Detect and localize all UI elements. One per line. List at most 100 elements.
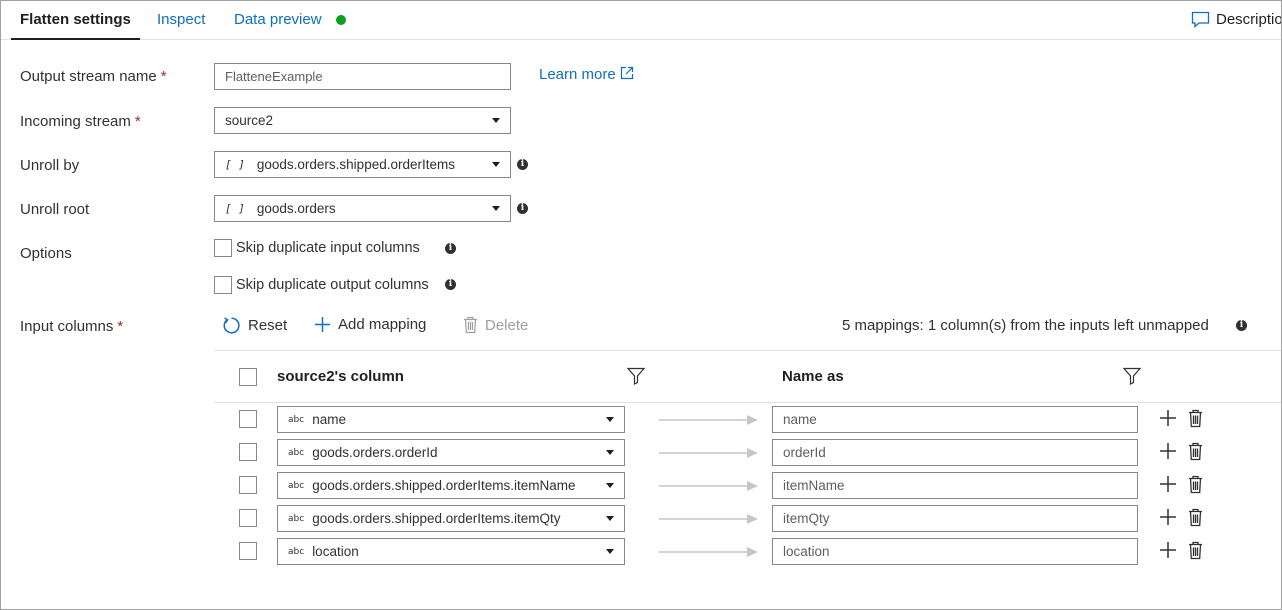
source-column-select[interactable]: abc goods.orders.shipped.orderItems.itemN… [277, 472, 625, 499]
trash-icon[interactable] [1188, 409, 1203, 428]
delete-label: Delete [485, 316, 529, 334]
unroll-by-select[interactable]: [ ] goods.orders.shipped.orderItems [214, 151, 511, 178]
trash-icon [464, 316, 477, 334]
add-mapping-label: Add mapping [338, 316, 427, 333]
source-column-value: goods.orders.shipped.orderItems.itemName [312, 478, 576, 493]
string-type-icon: abc [288, 414, 305, 425]
arrow-right-icon [659, 514, 758, 524]
name-as-input[interactable]: itemName [772, 472, 1138, 499]
chevron-down-icon [492, 162, 500, 167]
name-as-input[interactable]: name [772, 406, 1138, 433]
string-type-icon: abc [288, 480, 305, 491]
row-checkbox[interactable] [239, 509, 257, 527]
incoming-stream-select[interactable]: source2 [214, 107, 511, 134]
unroll-root-select[interactable]: [ ] goods.orders [214, 195, 511, 222]
refresh-icon [223, 317, 240, 334]
add-mapping-button[interactable]: Add mapping [314, 316, 426, 333]
arrow-right-icon [659, 547, 758, 557]
info-icon[interactable]: i [517, 159, 528, 170]
select-all-checkbox[interactable] [239, 368, 257, 386]
name-as-input[interactable]: itemQty [772, 505, 1138, 532]
plus-icon[interactable] [1159, 475, 1177, 493]
row-checkbox[interactable] [239, 410, 257, 428]
output-stream-label: Output stream name * [20, 68, 167, 85]
unroll-by-value: goods.orders.shipped.orderItems [256, 157, 455, 172]
info-icon[interactable]: i [517, 203, 528, 214]
skip-duplicate-input-checkbox[interactable] [214, 239, 232, 257]
mapping-table-header: source2's column Name as [214, 350, 1281, 403]
output-stream-name-input[interactable]: FlatteneExample [214, 63, 511, 90]
tab-data-preview[interactable]: Data preview [234, 11, 322, 28]
plus-icon[interactable] [1159, 508, 1177, 526]
string-type-icon: abc [288, 447, 305, 458]
tab-inspect[interactable]: Inspect [157, 11, 205, 28]
input-columns-label: Input columns * [20, 318, 124, 335]
string-type-icon: abc [288, 513, 305, 524]
info-icon[interactable]: i [445, 243, 456, 254]
filter-icon[interactable] [627, 367, 645, 385]
trash-icon[interactable] [1188, 442, 1203, 461]
unroll-root-value: goods.orders [256, 201, 336, 216]
chevron-down-icon [606, 450, 614, 455]
array-icon: [ ] [225, 202, 245, 215]
chevron-down-icon [606, 516, 614, 521]
source-column-value: goods.orders.orderId [312, 445, 438, 460]
table-row: abc name name [214, 406, 1281, 433]
row-checkbox[interactable] [239, 443, 257, 461]
table-row: abc goods.orders.orderId orderId [214, 439, 1281, 466]
incoming-stream-value: source2 [225, 113, 274, 128]
name-as-input[interactable]: orderId [772, 439, 1138, 466]
chevron-down-icon [492, 118, 500, 123]
arrow-right-icon [659, 415, 758, 425]
source-column-value: goods.orders.shipped.orderItems.itemQty [312, 511, 561, 526]
skip-duplicate-output-label: Skip duplicate output columns [236, 277, 429, 293]
reset-label: Reset [248, 317, 288, 334]
external-link-icon [620, 66, 633, 80]
info-icon[interactable]: i [1236, 320, 1247, 331]
plus-icon[interactable] [1159, 541, 1177, 559]
mapping-summary: 5 mappings: 1 column(s) from the inputs … [842, 317, 1209, 334]
chevron-down-icon [492, 206, 500, 211]
source-column-header: source2's column [277, 368, 404, 385]
info-icon[interactable]: i [445, 279, 456, 290]
name-as-header: Name as [782, 368, 844, 385]
tab-bar: Flatten settings Inspect Data preview De… [1, 1, 1281, 40]
options-label: Options [20, 245, 72, 262]
chevron-down-icon [606, 483, 614, 488]
source-column-value: name [312, 412, 346, 427]
row-checkbox[interactable] [239, 476, 257, 494]
arrow-right-icon [659, 448, 758, 458]
source-column-select[interactable]: abc goods.orders.orderId [277, 439, 625, 466]
chevron-down-icon [606, 549, 614, 554]
table-row: abc goods.orders.shipped.orderItems.itemQ… [214, 505, 1281, 532]
trash-icon[interactable] [1188, 508, 1203, 527]
table-row: abc location location [214, 538, 1281, 565]
plus-icon[interactable] [1159, 409, 1177, 427]
string-type-icon: abc [288, 546, 305, 557]
source-column-select[interactable]: abc location [277, 538, 625, 565]
trash-icon[interactable] [1188, 541, 1203, 560]
learn-more-link[interactable]: Learn more [539, 66, 634, 83]
skip-duplicate-input-label: Skip duplicate input columns [236, 240, 420, 256]
comment-icon [1191, 11, 1210, 28]
source-column-value: location [312, 544, 359, 559]
trash-icon[interactable] [1188, 475, 1203, 494]
flatten-settings-panel: Flatten settings Inspect Data preview De… [0, 0, 1282, 610]
chevron-down-icon [606, 417, 614, 422]
reset-button[interactable]: Reset [222, 316, 287, 335]
table-row: abc goods.orders.shipped.orderItems.itemN… [214, 472, 1281, 499]
row-checkbox[interactable] [239, 542, 257, 560]
source-column-select[interactable]: abc goods.orders.shipped.orderItems.itemQ… [277, 505, 625, 532]
incoming-stream-label: Incoming stream * [20, 113, 141, 130]
filter-icon[interactable] [1123, 367, 1141, 385]
unroll-by-label: Unroll by [20, 157, 80, 174]
tab-flatten-settings[interactable]: Flatten settings [11, 11, 140, 40]
plus-icon [315, 317, 330, 332]
description-label: Description [1216, 11, 1282, 28]
skip-duplicate-output-checkbox[interactable] [214, 276, 232, 294]
plus-icon[interactable] [1159, 442, 1177, 460]
source-column-select[interactable]: abc name [277, 406, 625, 433]
delete-button[interactable]: Delete [463, 316, 528, 334]
name-as-input[interactable]: location [772, 538, 1138, 565]
unroll-root-label: Unroll root [20, 201, 90, 218]
